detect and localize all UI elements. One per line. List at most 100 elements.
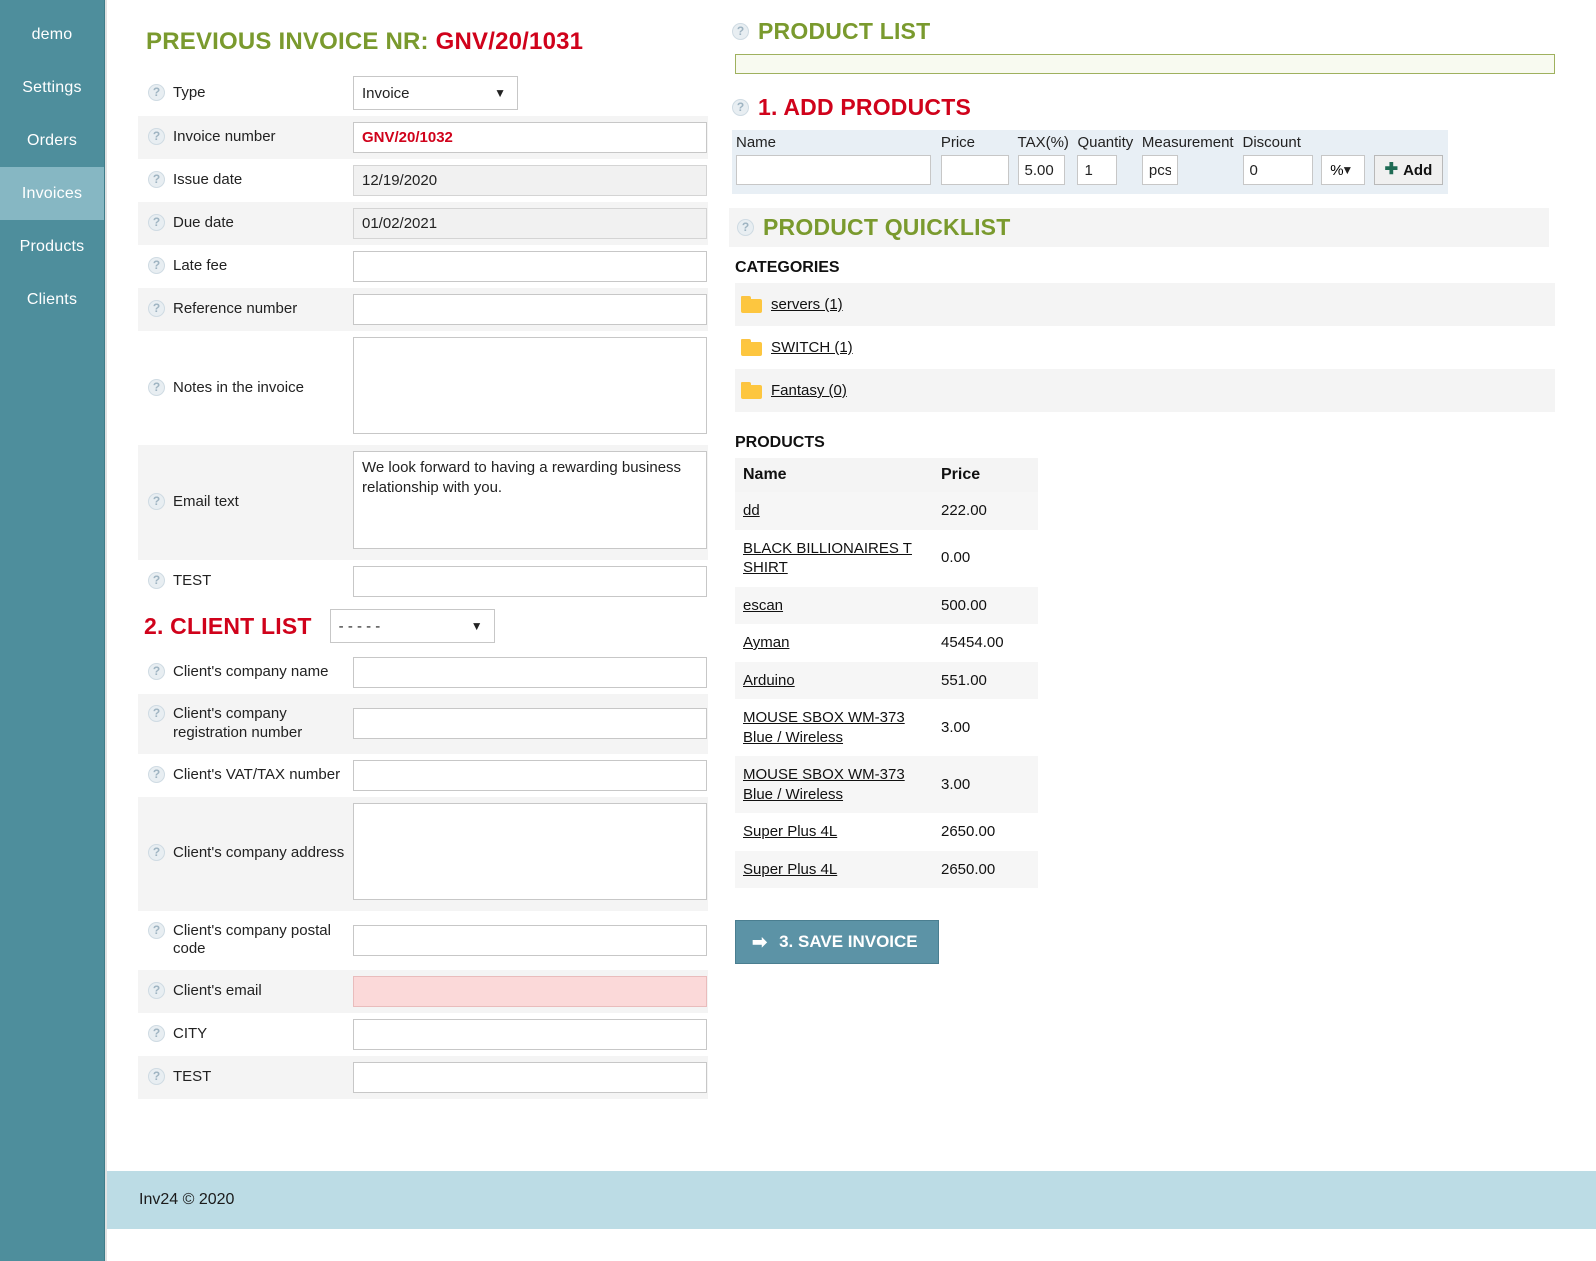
question-icon[interactable]: ? <box>148 171 165 189</box>
question-icon[interactable]: ? <box>148 572 165 590</box>
type-select[interactable]: Invoice <box>353 76 518 110</box>
question-icon[interactable]: ? <box>732 99 749 116</box>
product-link[interactable]: Arduino <box>743 672 795 689</box>
form-label-cell: ? Client's email <box>138 970 353 1013</box>
table-row[interactable]: MOUSE SBOX WM-373 Blue / Wireless 3.00 <box>735 699 1038 756</box>
table-row[interactable]: BLACK BILLIONAIRES T SHIRT 0.00 <box>735 530 1038 587</box>
add-product-button[interactable]: ✚ Add <box>1373 155 1444 185</box>
sidebar-item-orders[interactable]: Orders <box>0 114 104 167</box>
field-label: Client's company name <box>173 663 329 681</box>
product-link[interactable]: Ayman <box>743 634 789 651</box>
question-icon[interactable]: ? <box>148 257 165 275</box>
category-row[interactable]: Fantasy (0) <box>735 369 1555 412</box>
question-icon[interactable]: ? <box>148 1025 165 1043</box>
category-row[interactable]: servers (1) <box>735 283 1555 326</box>
sidebar-item-demo[interactable]: demo <box>0 8 104 61</box>
invoice-number-input[interactable] <box>353 122 707 153</box>
client-s-company-postal-code-input[interactable] <box>353 924 707 956</box>
discount-unit-wrapper[interactable]: % ▼ <box>1321 155 1366 185</box>
question-icon[interactable]: ? <box>148 128 165 146</box>
table-row[interactable]: escan 500.00 <box>735 586 1038 624</box>
due-date-input[interactable] <box>353 208 707 239</box>
product-list-search-bar[interactable] <box>735 54 1555 74</box>
notes-in-the-invoice-textarea[interactable] <box>353 337 707 434</box>
product-link[interactable]: Super Plus 4L <box>743 823 837 840</box>
table-row[interactable]: Super Plus 4L 2650.00 <box>735 850 1038 888</box>
sidebar-item-settings[interactable]: Settings <box>0 61 104 114</box>
product-name-cell: Super Plus 4L <box>735 850 933 888</box>
add-product-button-label: Add <box>1403 161 1433 179</box>
question-icon[interactable]: ? <box>148 300 165 318</box>
table-row[interactable]: Arduino 551.00 <box>735 661 1038 699</box>
issue-date-input[interactable] <box>353 165 707 196</box>
question-icon[interactable]: ? <box>148 663 165 681</box>
table-row[interactable]: MOUSE SBOX WM-373 Blue / Wireless 3.00 <box>735 756 1038 813</box>
cell-price <box>937 153 1014 194</box>
question-icon[interactable]: ? <box>148 83 165 101</box>
question-icon[interactable]: ? <box>148 765 165 783</box>
product-quantity-input[interactable] <box>1077 155 1118 185</box>
discount-unit-select[interactable]: % <box>1321 155 1366 185</box>
form-label-cell: ? Issue date <box>138 159 353 202</box>
product-tax-input[interactable] <box>1017 155 1065 185</box>
sidebar-item-clients[interactable]: Clients <box>0 273 104 326</box>
question-icon[interactable]: ? <box>148 982 165 1000</box>
question-icon[interactable]: ? <box>148 378 165 396</box>
table-row[interactable]: dd 222.00 <box>735 492 1038 530</box>
save-invoice-button[interactable]: ➡ 3. SAVE INVOICE <box>735 920 939 964</box>
product-link[interactable]: BLACK BILLIONAIRES T SHIRT <box>743 540 912 577</box>
client-s-company-registration-number-input[interactable] <box>353 708 707 740</box>
category-row[interactable]: SWITCH (1) <box>735 326 1555 369</box>
field-label: Notes in the invoice <box>173 378 304 396</box>
product-link[interactable]: Super Plus 4L <box>743 861 837 878</box>
late-fee-input[interactable] <box>353 251 707 282</box>
product-link[interactable]: MOUSE SBOX WM-373 Blue / Wireless <box>743 766 905 803</box>
product-price-input[interactable] <box>940 155 1009 185</box>
add-products-heading: 1. ADD PRODUCTS <box>758 94 971 120</box>
client-select-wrapper[interactable]: - - - - - ▼ <box>329 609 495 643</box>
reference-number-input[interactable] <box>353 294 707 325</box>
cell-add-button: ✚ Add <box>1370 153 1448 194</box>
table-row[interactable]: Ayman 45454.00 <box>735 624 1038 662</box>
form-row: ? Email text We look forward to having a r… <box>138 445 708 560</box>
form-row: ? Issue date <box>138 159 708 202</box>
client-s-email-input[interactable] <box>353 976 707 1007</box>
question-icon[interactable]: ? <box>148 1068 165 1086</box>
product-link[interactable]: escan <box>743 597 783 614</box>
sidebar-item-label: Invoices <box>21 184 83 202</box>
type-select-wrapper[interactable]: Invoice ▼ <box>353 76 518 110</box>
question-icon[interactable]: ? <box>148 844 165 862</box>
product-discount-input[interactable] <box>1242 155 1313 185</box>
question-icon[interactable]: ? <box>148 493 165 511</box>
question-icon[interactable]: ? <box>148 705 165 722</box>
sidebar-item-label: Clients <box>26 290 78 308</box>
client-s-company-name-input[interactable] <box>353 657 707 688</box>
form-row: ? Client's VAT/TAX number <box>138 754 708 797</box>
test-input[interactable] <box>353 566 707 597</box>
product-link[interactable]: dd <box>743 502 760 519</box>
product-name-input[interactable] <box>736 155 931 185</box>
client-s-company-address-textarea[interactable] <box>353 802 707 900</box>
sidebar-item-products[interactable]: Products <box>0 220 104 273</box>
client-select[interactable]: - - - - - <box>329 609 495 643</box>
sidebar-item-label: Settings <box>22 78 82 96</box>
form-label-cell: ? Notes in the invoice <box>138 331 353 445</box>
field-label: Client's email <box>173 982 262 1000</box>
question-icon[interactable]: ? <box>732 23 749 40</box>
test-input[interactable] <box>353 1062 707 1093</box>
products-col-name: Name <box>735 458 933 492</box>
category-link[interactable]: Fantasy (0) <box>771 382 847 399</box>
sidebar-item-invoices[interactable]: Invoices <box>0 167 104 220</box>
product-link[interactable]: MOUSE SBOX WM-373 Blue / Wireless <box>743 709 905 746</box>
table-row[interactable]: Super Plus 4L 2650.00 <box>735 813 1038 851</box>
client-s-vat-tax-number-input[interactable] <box>353 759 707 791</box>
question-icon[interactable]: ? <box>737 219 754 236</box>
product-measurement-input[interactable] <box>1141 155 1178 185</box>
field-label: Invoice number <box>173 128 276 146</box>
email-text-textarea[interactable]: We look forward to having a rewarding bu… <box>353 451 707 549</box>
category-link[interactable]: servers (1) <box>771 296 843 313</box>
category-link[interactable]: SWITCH (1) <box>771 339 853 356</box>
question-icon[interactable]: ? <box>148 921 165 939</box>
city-input[interactable] <box>353 1019 707 1050</box>
question-icon[interactable]: ? <box>148 214 165 232</box>
